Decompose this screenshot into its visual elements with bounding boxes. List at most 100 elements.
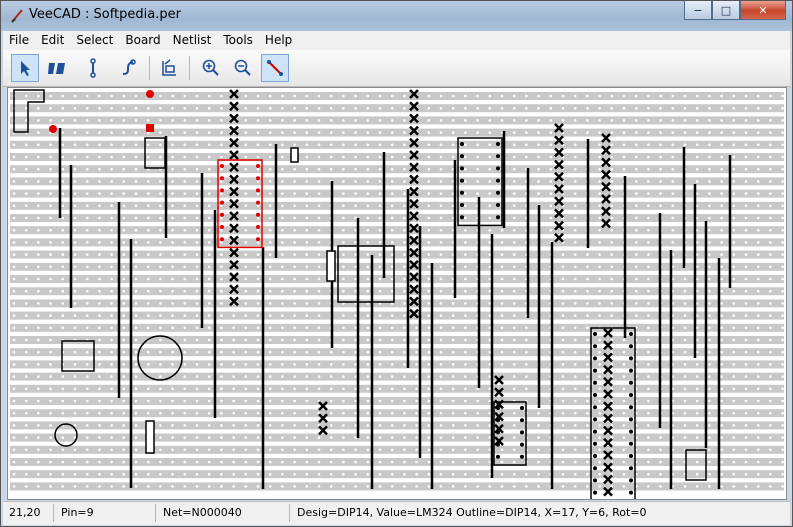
strip-hole (305, 241, 309, 244)
stripboard-canvas[interactable] (7, 87, 787, 509)
strip-hole (317, 338, 321, 342)
strip-hole (159, 277, 162, 281)
link-tool-button[interactable] (79, 54, 107, 82)
strip-break-button[interactable] (43, 54, 71, 82)
ic-pin (629, 441, 633, 446)
strip-hole (488, 241, 492, 244)
strip-hole (24, 424, 28, 427)
strip-hole (512, 119, 516, 122)
strip-hole (439, 167, 443, 171)
strip-hole (85, 192, 89, 195)
strip-hole (195, 302, 199, 305)
strip-hole (500, 326, 504, 330)
strip-hole (598, 472, 601, 476)
strip-hole (512, 131, 516, 134)
strip-hole (378, 350, 382, 354)
strip-hole (122, 302, 126, 305)
strip-hole (610, 277, 614, 281)
strip-hole (390, 94, 394, 98)
strip-hole (195, 228, 199, 232)
ic-pin (593, 417, 597, 422)
strip-hole (781, 192, 784, 195)
strip-hole (573, 265, 577, 269)
strip-hole (268, 375, 272, 378)
strip-hole (61, 448, 65, 452)
menu-tools[interactable]: Tools (217, 31, 259, 50)
minimize-button[interactable]: − (684, 1, 712, 20)
strip-hole (220, 302, 223, 305)
strip-hole (476, 436, 479, 439)
board-tool-button[interactable] (155, 54, 183, 82)
net-trace-button[interactable] (261, 54, 289, 82)
maximize-button[interactable]: □ (712, 1, 740, 20)
strip-hole (378, 399, 382, 403)
strip-hole (464, 485, 467, 488)
strip-hole (647, 204, 650, 208)
strip-hole (488, 131, 492, 134)
select-tool-button[interactable] (11, 54, 39, 82)
ic-pin (460, 142, 464, 146)
strip-hole (781, 314, 784, 317)
menu-netlist[interactable]: Netlist (167, 31, 218, 50)
strip-hole (464, 155, 467, 159)
menu-edit[interactable]: Edit (35, 31, 70, 50)
strip-hole (451, 155, 455, 159)
strip-hole (61, 460, 65, 464)
menu-board[interactable]: Board (119, 31, 166, 50)
strip-hole (317, 167, 321, 171)
strip-hole (12, 167, 16, 171)
strip-hole (305, 155, 309, 159)
strip-hole (122, 277, 126, 281)
strip-hole (98, 131, 101, 134)
stripboard-drawing[interactable] (8, 88, 786, 509)
strip-hole (512, 302, 516, 305)
strip-hole (268, 167, 272, 171)
close-button[interactable]: ✕ (740, 1, 786, 20)
strip-hole (512, 448, 516, 452)
wire-tool-button[interactable] (115, 54, 143, 82)
strip-hole (195, 472, 199, 476)
strip-hole (256, 472, 260, 476)
strip-hole (317, 460, 321, 464)
strip-hole (110, 167, 113, 171)
strip-hole (122, 387, 126, 391)
strip-hole (549, 94, 553, 98)
strip-hole (500, 277, 504, 281)
zoom-in-button[interactable] (197, 54, 225, 82)
strip-hole (305, 253, 309, 256)
strip-hole (268, 94, 272, 98)
strip-hole (73, 411, 77, 415)
strip-hole (427, 167, 431, 171)
strip-hole (207, 314, 211, 317)
strip-hole (378, 326, 382, 330)
strip-hole (744, 436, 748, 439)
strip-hole (586, 375, 589, 378)
strip-hole (366, 289, 370, 293)
strip-hole (171, 143, 174, 147)
strip-hole (12, 277, 16, 281)
strip-hole (61, 277, 65, 281)
strip-hole (769, 350, 772, 354)
menu-select[interactable]: Select (70, 31, 119, 50)
strip-hole (354, 265, 357, 269)
strip-hole (85, 375, 89, 378)
zoom-out-button[interactable] (229, 54, 257, 82)
strip-hole (512, 265, 516, 269)
strip-hole (769, 106, 772, 110)
strip-hole (207, 143, 211, 147)
strip-hole (110, 448, 113, 452)
menu-help[interactable]: Help (259, 31, 298, 50)
strip-hole (49, 241, 52, 244)
strip-hole (85, 387, 89, 391)
strip-hole (98, 253, 101, 256)
strip-hole (342, 143, 345, 147)
strip-hole (305, 289, 309, 293)
strip-hole (769, 411, 772, 415)
strip-hole (720, 131, 723, 134)
strip-hole (317, 448, 321, 452)
strip-hole (378, 375, 382, 378)
menu-file[interactable]: File (3, 31, 35, 50)
strip-hole (293, 387, 296, 391)
strip-hole (122, 375, 126, 378)
strip-hole (683, 94, 687, 98)
